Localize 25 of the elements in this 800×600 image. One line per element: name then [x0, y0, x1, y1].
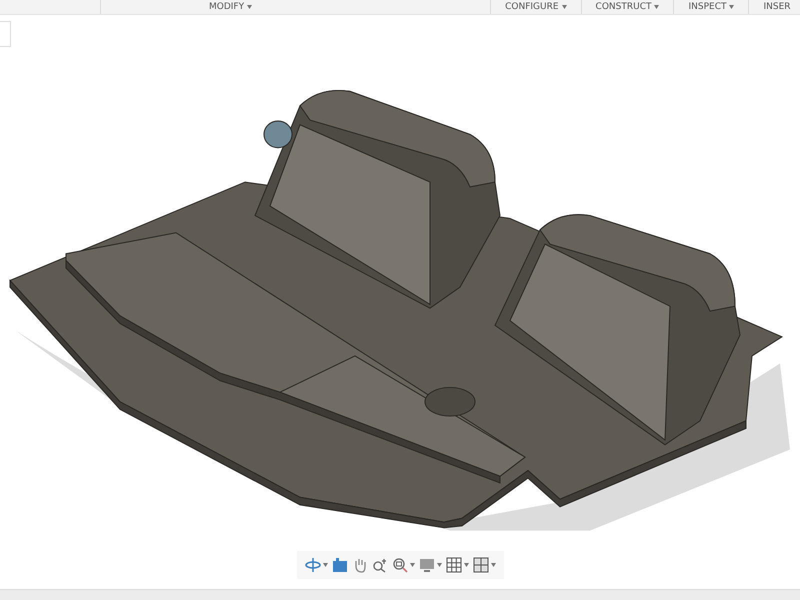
toolbar-tab[interactable]: INSPECT: [673, 0, 748, 14]
look-at-button[interactable]: [332, 555, 348, 575]
toolbar-tab[interactable]: CONSTRUCT: [580, 0, 674, 14]
toolbar-tab[interactable]: MODIFY: [100, 0, 360, 14]
grid-settings-button[interactable]: [446, 555, 468, 575]
caret-icon: [436, 563, 442, 567]
orbit-button[interactable]: [304, 555, 328, 575]
caret-icon: [247, 5, 252, 9]
orbit-icon: [304, 557, 320, 573]
magnifier-icon: [392, 557, 408, 573]
toolbar-tab[interactable]: INSER: [748, 0, 800, 14]
grid-icon: [446, 557, 462, 573]
caret-icon: [322, 563, 328, 567]
caret-icon: [464, 563, 468, 567]
caret-icon: [490, 563, 496, 567]
four-pane-icon: [472, 557, 488, 573]
viewports-button[interactable]: [472, 555, 496, 575]
toolbar-tab[interactable]: CONFIGURE: [490, 0, 581, 14]
monitor-icon: [418, 557, 434, 573]
zoom-icon: [372, 557, 388, 573]
caret-icon: [562, 5, 567, 9]
caret-icon: [410, 563, 414, 567]
caret-icon: [729, 5, 734, 9]
screen-icon: [332, 557, 348, 573]
caret-icon: [654, 5, 660, 9]
